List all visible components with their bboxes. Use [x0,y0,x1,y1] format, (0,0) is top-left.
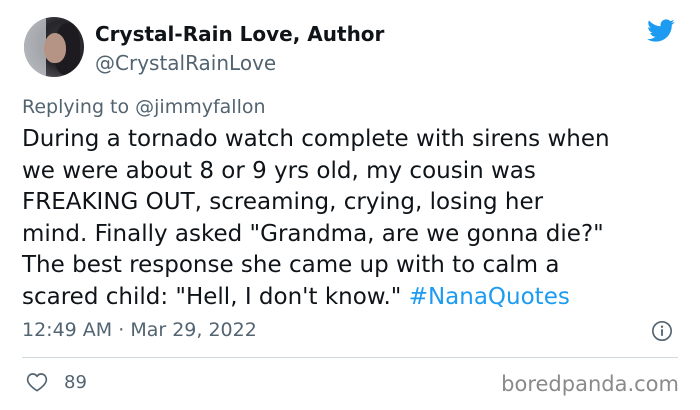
tweet-line: FREAKING OUT, screaming, crying, losing … [22,189,544,215]
hashtag-link[interactable]: #NanaQuotes [409,284,570,310]
info-icon[interactable] [651,320,673,342]
timestamp-separator: · [112,319,131,341]
tweet-date: Mar 29, 2022 [130,319,257,341]
avatar[interactable] [24,17,84,77]
avatar-background [24,17,46,77]
watermark: boredpanda.com [501,372,679,396]
tweet-time: 12:49 AM [22,319,113,341]
tweet-line: mind. Finally asked "Grandma, are we gon… [22,220,604,247]
twitter-bird-icon[interactable] [644,16,677,45]
tweet-line: scared child: "Hell, I don't know." [22,283,409,310]
divider [22,357,678,358]
author-display-name[interactable]: Crystal-Rain Love, Author [95,22,384,46]
tweet-timestamp[interactable]: 12:49 AM · Mar 29, 2022 [22,319,257,341]
tweet-line-last: scared child: "Hell, I don't know." #Nan… [22,282,610,314]
tweet-line: we were about 8 or 9 yrs old, my cousin … [22,157,536,184]
like-count: 89 [64,372,87,393]
heart-icon[interactable] [26,372,48,392]
reply-prefix: Replying to [22,96,136,118]
reply-to-handle[interactable]: @jimmyfallon [135,96,265,118]
author-handle[interactable]: @CrystalRainLove [95,51,276,75]
avatar-face [44,33,66,63]
reply-context: Replying to @jimmyfallon [22,96,266,118]
tweet-line: The best response she came up with to ca… [22,252,560,278]
tweet-text: During a tornado watch complete with sir… [22,124,610,313]
tweet-line: During a tornado watch complete with sir… [22,126,610,152]
